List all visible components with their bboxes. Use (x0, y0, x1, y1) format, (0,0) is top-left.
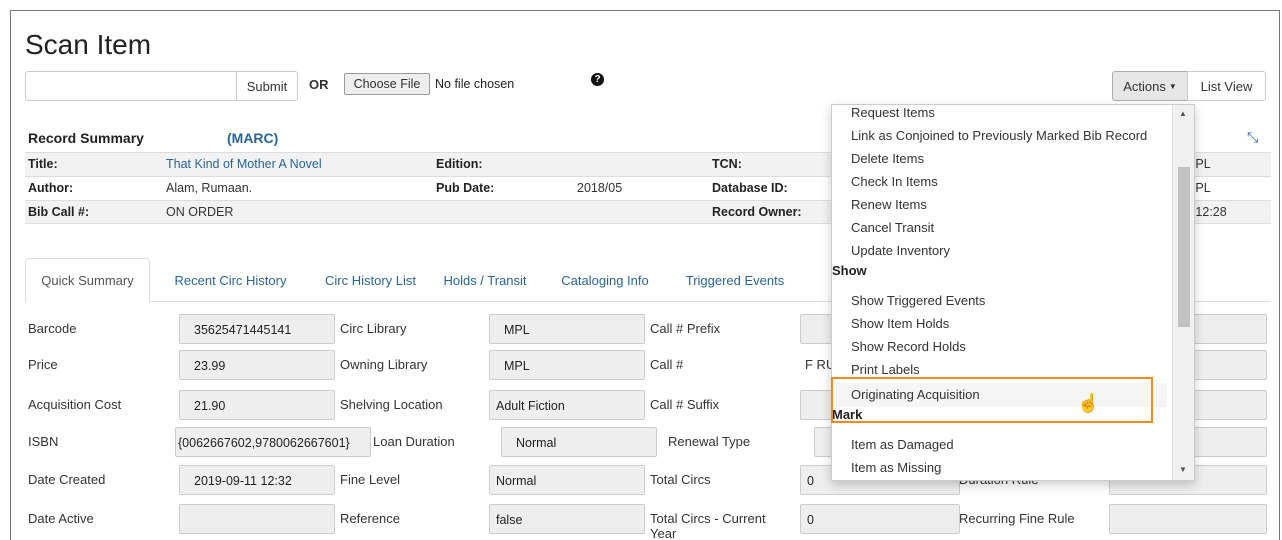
menu-item-renew-items[interactable]: Renew Items (851, 197, 927, 212)
highlight-box (831, 377, 1153, 423)
menu-item-print-labels[interactable]: Print Labels (851, 362, 920, 377)
recurring-fine-rule-label: Recurring Fine Rule (959, 511, 1075, 526)
tab-triggered-events[interactable]: Triggered Events (675, 258, 795, 302)
price-label: Price (28, 357, 58, 372)
menu-item-delete-items[interactable]: Delete Items (851, 151, 924, 166)
loan-duration-label: Loan Duration (373, 434, 455, 449)
pub-date-value: 2018/05 (577, 181, 623, 195)
collapse-icon[interactable]: ⤡ (1247, 129, 1258, 146)
loan-duration-value: Normal (501, 427, 657, 457)
menu-item-item-as-missing[interactable]: Item as Missing (851, 460, 941, 475)
question-circle-icon[interactable]: ? (591, 73, 604, 86)
record-summary-heading: Record Summary (28, 130, 144, 146)
shelving-location-value: Adult Fiction (489, 390, 645, 420)
renewal-type-label: Renewal Type (668, 434, 751, 449)
menu-item-show-triggered-events[interactable]: Show Triggered Events (851, 293, 985, 308)
reference-label: Reference (340, 511, 400, 526)
menu-item-show-item-holds[interactable]: Show Item Holds (851, 316, 949, 331)
bib-call-value: ON ORDER (166, 205, 234, 219)
tab-holds-transit[interactable]: Holds / Transit (435, 258, 535, 302)
bib-call-label: Bib Call #: (28, 205, 90, 219)
menu-item-link-conjoined[interactable]: Link as Conjoined to Previously Marked B… (851, 128, 1147, 143)
call-number-label: Call # (650, 357, 684, 372)
tab-quick-summary[interactable]: Quick Summary (25, 258, 150, 303)
isbn-value: {0062667602,9780062667601} (175, 427, 371, 457)
tab-cataloging-info[interactable]: Cataloging Info (550, 258, 660, 302)
database-id-label: Database ID: (712, 181, 788, 195)
circ-library-value: MPL (489, 314, 645, 344)
page-title: Scan Item (25, 29, 152, 60)
menu-item-check-in-items[interactable]: Check In Items (851, 174, 938, 189)
date-created-value: 2019-09-11 12:32 (179, 465, 335, 495)
reference-value: false (489, 504, 645, 534)
recurring-fine-rule-value (1109, 504, 1267, 534)
actions-dropdown-menu: Request Items Link as Conjoined to Previ… (831, 104, 1195, 481)
scroll-up-icon[interactable]: ▲ (1179, 109, 1187, 118)
owning-library-value: MPL (489, 350, 645, 380)
menu-scrollbar[interactable]: ▲ ▼ (1172, 105, 1194, 480)
choose-file-button[interactable]: Choose File (344, 73, 430, 95)
shelving-location-label: Shelving Location (340, 397, 443, 412)
acquisition-cost-value: 21.90 (179, 390, 335, 420)
scan-item-page: Scan Item Submit OR Choose File No file … (10, 10, 1280, 540)
scroll-down-icon[interactable]: ▼ (1179, 465, 1187, 474)
edition-label: Edition: (436, 157, 483, 171)
barcode-label: Barcode (28, 321, 77, 336)
fine-level-value: Normal (489, 465, 645, 495)
date-active-value (179, 504, 335, 534)
tab-circ-history-list[interactable]: Circ History List (313, 258, 428, 302)
acquisition-cost-label: Acquisition Cost (28, 397, 122, 412)
no-file-label: No file chosen (435, 77, 515, 91)
menu-item-request-items[interactable]: Request Items (851, 105, 935, 120)
submit-button[interactable]: Submit (236, 71, 298, 101)
total-circs-label: Total Circs (650, 472, 711, 487)
scrollbar-thumb[interactable] (1178, 167, 1190, 327)
title-value[interactable]: That Kind of Mother A Novel (166, 157, 322, 171)
list-view-button[interactable]: List View (1187, 71, 1266, 101)
fine-level-label: Fine Level (340, 472, 400, 487)
author-value: Alam, Rumaan. (166, 181, 253, 195)
circ-library-label: Circ Library (340, 321, 407, 336)
caret-down-icon: ▼ (1168, 81, 1177, 91)
menu-item-cancel-transit[interactable]: Cancel Transit (851, 220, 934, 235)
date-active-label: Date Active (28, 511, 94, 526)
isbn-label: ISBN (28, 434, 59, 449)
menu-header-show: Show (832, 263, 867, 278)
barcode-value: 35625471445141 (179, 314, 335, 344)
call-suffix-label: Call # Suffix (650, 397, 720, 412)
barcode-scan-input[interactable] (25, 71, 237, 101)
call-prefix-label: Call # Prefix (650, 321, 721, 336)
date-created-label: Date Created (28, 472, 106, 487)
marc-link[interactable]: (MARC) (227, 130, 278, 146)
tcn-label: TCN: (712, 157, 742, 171)
hand-pointer-icon: ☝ (1077, 393, 1100, 413)
total-circs-current-label: Total Circs - Current Year (650, 511, 766, 540)
total-circs-current-value: 0 (800, 504, 960, 534)
owning-library-label: Owning Library (340, 357, 428, 372)
record-owner-label: Record Owner: (712, 205, 802, 219)
actions-label: Actions (1123, 78, 1166, 94)
or-label: OR (309, 77, 329, 92)
title-label: Title: (28, 157, 58, 171)
tab-recent-circ-history[interactable]: Recent Circ History (163, 258, 298, 302)
author-label: Author: (28, 181, 74, 195)
menu-item-show-record-holds[interactable]: Show Record Holds (851, 339, 966, 354)
menu-item-update-inventory[interactable]: Update Inventory (851, 243, 950, 258)
menu-item-item-as-damaged[interactable]: Item as Damaged (851, 437, 954, 452)
price-value: 23.99 (179, 350, 335, 380)
actions-dropdown-button[interactable]: Actions ▼ (1112, 71, 1188, 101)
pub-date-label: Pub Date: (436, 181, 495, 195)
